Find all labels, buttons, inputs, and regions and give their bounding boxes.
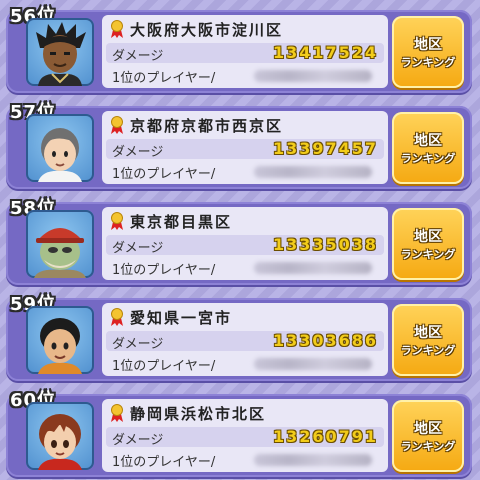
damage-label: ダメージ [112,337,164,352]
player-avatar [26,210,94,278]
record-panel: 愛知県一宮市 ダメージ 13303686 1位のプレイヤー/ [102,303,388,376]
medal-icon [111,20,123,38]
medal-icon [111,404,123,422]
ranking-row: 57位 京都府京都市西京区 ダメージ 13397457 1位のプレイヤー/ 地区… [6,102,472,189]
player-avatar [26,114,94,182]
location-name: 京都府京都市西京区 [130,116,284,135]
location-name: 愛知県一宮市 [130,308,233,327]
button-label-line2: ランキング [400,56,456,69]
blurred-player-name [254,70,372,82]
blurred-player-name [254,262,372,274]
district-ranking-button[interactable]: 地区 ランキング [392,304,464,376]
button-label-line1: 地区 [414,229,442,245]
avatar-black-hair-icon [38,318,82,374]
ranking-row: 60位 静岡県浜松市北区 ダメージ 13260791 1位のプレイヤー/ 地区 … [6,390,472,477]
avatar-brown-hair-icon [38,414,82,470]
top-player-label: 1位のプレイヤー/ [112,455,216,470]
ranking-row: 56位 大阪府大阪市淀川区 ダメージ 13417524 1位のプレイヤー/ 地区… [6,6,472,93]
button-label-line2: ランキング [400,344,456,357]
medal-icon [111,116,123,134]
top-player-label: 1位のプレイヤー/ [112,263,216,278]
avatar-old-man-icon [34,228,86,278]
damage-value: 13303686 [272,331,378,350]
damage-value: 13335038 [272,235,378,254]
record-panel: 静岡県浜松市北区 ダメージ 13260791 1位のプレイヤー/ [102,399,388,472]
damage-label: ダメージ [112,145,164,160]
ranking-row: 59位 愛知県一宮市 ダメージ 13303686 1位のプレイヤー/ 地区 ラン… [6,294,472,381]
district-ranking-button[interactable]: 地区 ランキング [392,112,464,184]
button-label-line1: 地区 [414,325,442,341]
button-label-line2: ランキング [400,440,456,453]
button-label-line1: 地区 [414,37,442,53]
top-player-label: 1位のプレイヤー/ [112,167,216,182]
damage-label: ダメージ [112,49,164,64]
button-label-line1: 地区 [414,421,442,437]
damage-value: 13397457 [272,139,378,158]
damage-value: 13260791 [272,427,378,446]
blurred-player-name [254,166,372,178]
record-panel: 東京都目黒区 ダメージ 13335038 1位のプレイヤー/ [102,207,388,280]
avatar-grey-hair-icon [38,128,82,182]
blurred-player-name [254,358,372,370]
record-panel: 京都府京都市西京区 ダメージ 13397457 1位のプレイヤー/ [102,111,388,184]
button-label-line1: 地区 [414,133,442,149]
district-ranking-button[interactable]: 地区 ランキング [392,208,464,280]
ranking-row: 58位 東京都目黒区 ダメージ 13335038 1位のプレイヤー/ 地区 ラン… [6,198,472,285]
location-name: 東京都目黒区 [130,212,233,231]
player-avatar [26,306,94,374]
damage-label: ダメージ [112,433,164,448]
record-panel: 大阪府大阪市淀川区 ダメージ 13417524 1位のプレイヤー/ [102,15,388,88]
blurred-player-name [254,454,372,466]
medal-icon [111,308,123,326]
top-player-label: 1位のプレイヤー/ [112,359,216,374]
button-label-line2: ランキング [400,152,456,165]
location-name: 静岡県浜松市北区 [130,404,267,423]
district-ranking-button[interactable]: 地区 ランキング [392,16,464,88]
top-player-label: 1位のプレイヤー/ [112,71,216,86]
damage-value: 13417524 [272,43,378,62]
location-name: 大阪府大阪市淀川区 [130,20,284,39]
medal-icon [111,212,123,230]
damage-label: ダメージ [112,241,164,256]
player-avatar [26,402,94,470]
button-label-line2: ランキング [400,248,456,261]
avatar-dark-skin-icon [36,22,86,86]
district-ranking-button[interactable]: 地区 ランキング [392,400,464,472]
player-avatar [26,18,94,86]
